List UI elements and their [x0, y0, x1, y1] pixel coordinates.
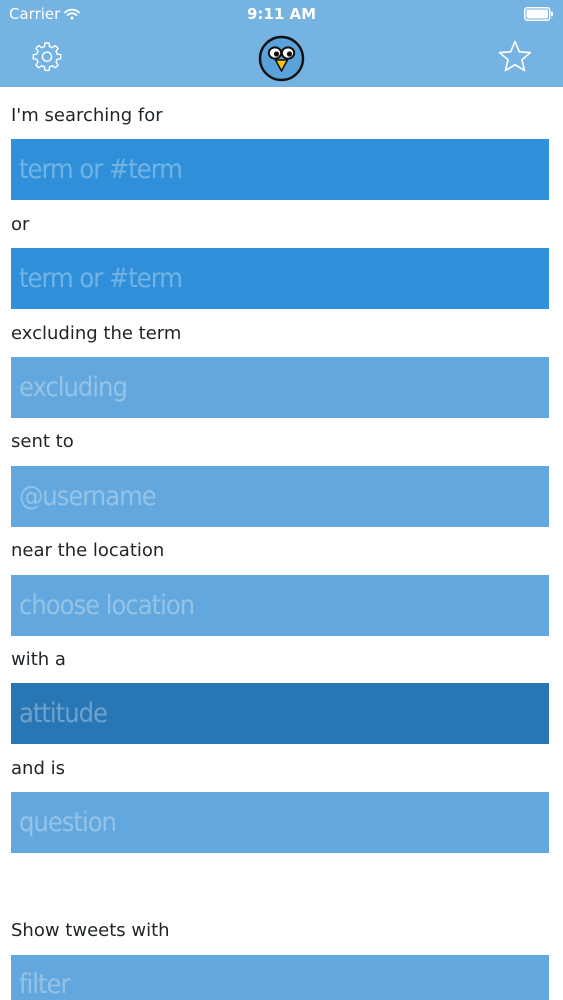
location-input[interactable]	[11, 575, 549, 636]
location-label: near the location	[11, 540, 165, 561]
battery-icon	[524, 7, 553, 21]
search-term-input[interactable]	[11, 139, 549, 200]
star-outline-icon[interactable]	[497, 39, 533, 75]
or-label: or	[11, 214, 30, 235]
status-bar: Carrier 9:11 AM	[0, 0, 563, 30]
excluding-input[interactable]	[11, 357, 549, 418]
gear-icon[interactable]	[31, 40, 63, 72]
attitude-label: with a	[11, 649, 66, 670]
filter-input[interactable]	[11, 955, 549, 1000]
filter-label: Show tweets with	[11, 920, 170, 941]
nav-bar	[0, 30, 563, 87]
question-label: and is	[11, 758, 65, 779]
status-time: 9:11 AM	[246, 5, 317, 23]
excluding-label: excluding the term	[11, 323, 182, 344]
sent-to-label: sent to	[11, 431, 74, 452]
username-input[interactable]	[11, 466, 549, 527]
or-term-input[interactable]	[11, 248, 549, 309]
question-input[interactable]	[11, 792, 549, 853]
search-label: I'm searching for	[11, 105, 163, 126]
bird-logo-icon	[258, 35, 305, 82]
attitude-input[interactable]	[11, 683, 549, 744]
